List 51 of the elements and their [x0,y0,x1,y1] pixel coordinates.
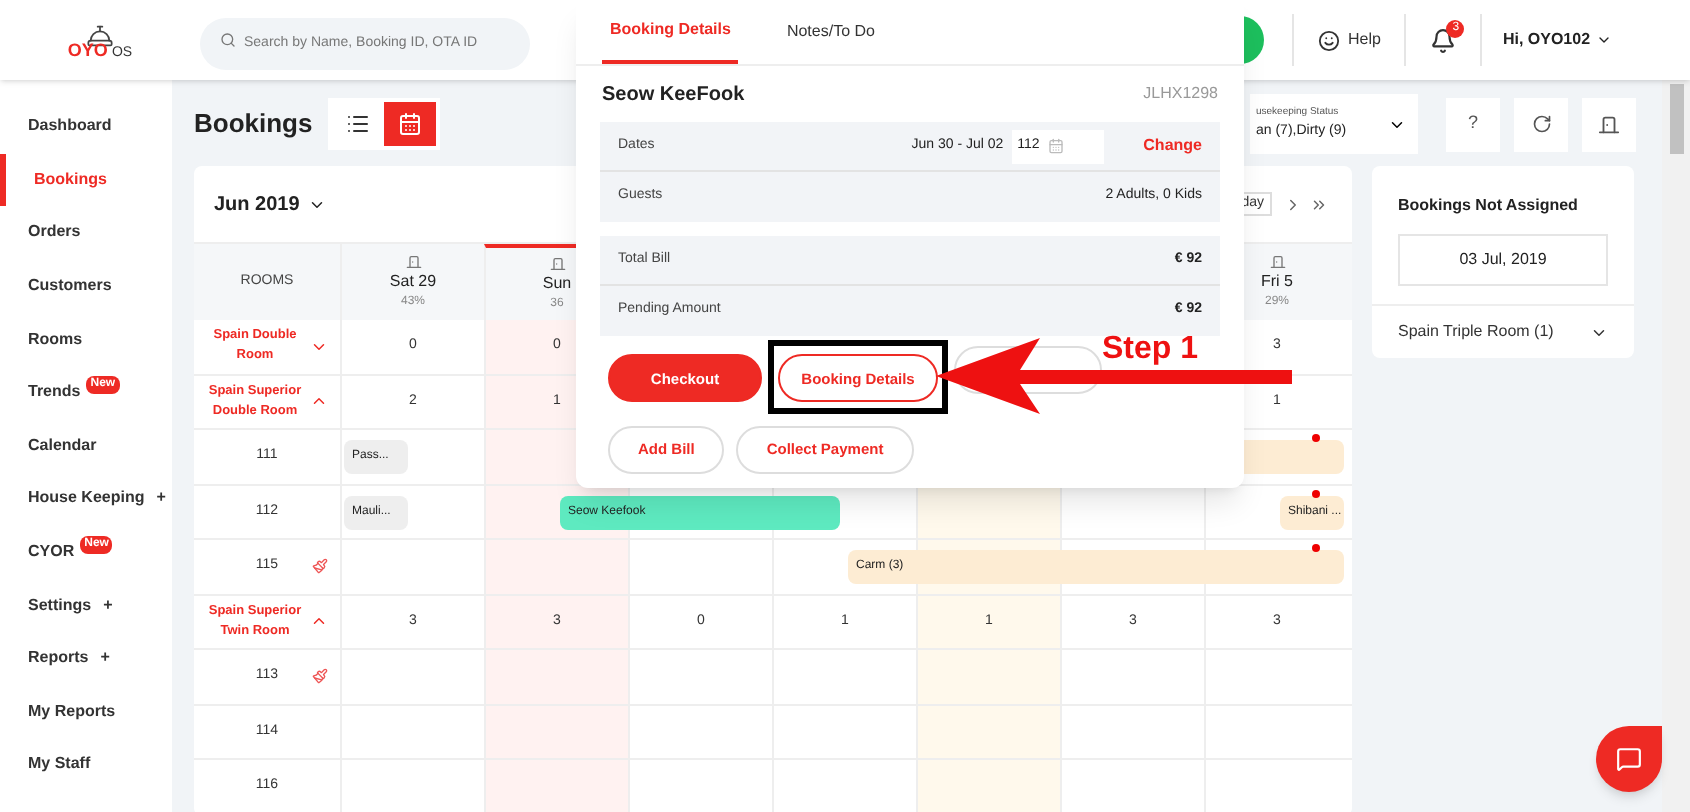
sidebar-item[interactable]: Customers [0,259,172,313]
change-link[interactable]: Change [1143,134,1202,158]
door-button[interactable] [1582,97,1636,151]
month-picker[interactable]: Jun 2019 [214,189,326,219]
panel-title: Bookings Not Assigned [1396,194,1580,218]
fast-forward-icon[interactable] [1310,195,1328,213]
door-icon [549,255,565,271]
expand-sign: + [156,486,166,511]
step-label: Step 1 [1102,330,1199,370]
day-label: Sun [542,271,572,295]
door-icon [405,253,421,269]
sidebar-item[interactable]: My Staff [0,738,172,792]
sidebar-item[interactable]: Calendar [0,419,172,473]
day-label: Fri 5 [1261,269,1293,293]
help-button[interactable]: ? [1446,97,1500,151]
sidebar-item[interactable]: Orders [0,206,172,260]
logo-brand: OYO [67,41,108,59]
smiley-icon [1318,29,1340,51]
next-icon[interactable] [1284,195,1302,213]
guest-name: Seow KeeFook [602,81,745,109]
sidebar-item[interactable]: Bookings [0,153,172,207]
door-icon [1269,253,1285,269]
date-field[interactable]: 03 Jul, 2019 [1398,234,1608,286]
door-icon [1598,113,1620,135]
sidebar-item[interactable]: Settings + [0,578,172,632]
sidebar-item[interactable]: My Reports [0,685,172,739]
tab[interactable]: Booking Details [602,0,739,64]
user-menu[interactable]: Hi, OYO102 [1482,28,1633,52]
caret-icon [1596,32,1613,48]
bell-icon [1430,27,1457,53]
booking-id: JLHX1298 [1143,82,1218,106]
page-title: Bookings [194,106,313,143]
room-group[interactable]: Spain Triple Room (1) [1372,306,1634,358]
sidebar-item[interactable]: Reports + [0,631,172,686]
calendar-icon [1047,138,1064,154]
sidebar-item[interactable]: Rooms [0,312,172,366]
sidebar-item[interactable]: House Keeping + [0,472,172,526]
calendar-icon [398,112,423,136]
search-icon [220,32,236,48]
sidebar-item[interactable]: Dashboard [0,100,172,154]
help-button[interactable]: Help [1294,28,1405,52]
expand-sign: + [103,593,113,618]
day-label: Sat 29 [389,269,437,293]
chat-button[interactable] [1596,726,1662,792]
scrollbar[interactable] [1662,80,1690,812]
refresh-icon [1531,114,1551,134]
refresh-button[interactable] [1514,97,1568,151]
chat-icon [1616,746,1642,772]
tab[interactable]: Notes/To Do [778,0,883,64]
calendar-view-button[interactable] [384,102,437,146]
expand-sign: + [100,646,110,671]
